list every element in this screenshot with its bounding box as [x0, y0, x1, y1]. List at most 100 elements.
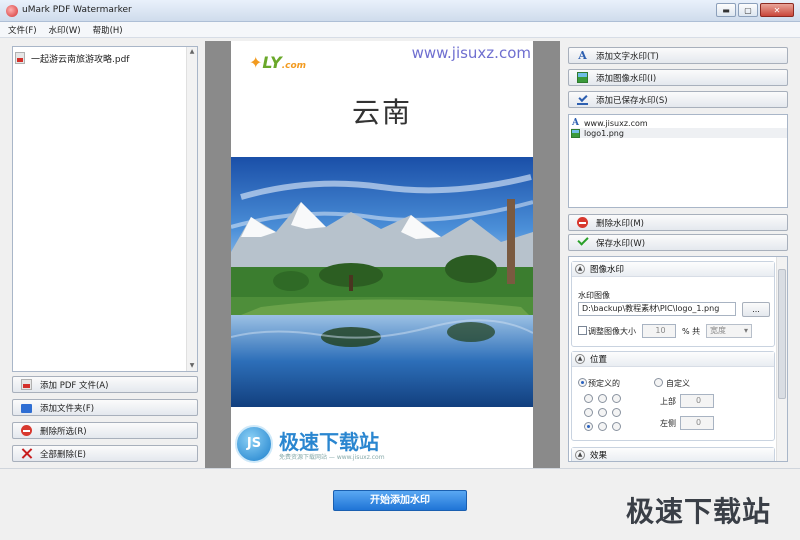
start-watermark-button[interactable]: 开始添加水印: [333, 490, 467, 511]
image-path-field[interactable]: D:\backup\教程素材\PIC\logo_1.png: [578, 302, 736, 316]
window-title: uMark PDF Watermarker: [22, 5, 132, 15]
browse-button[interactable]: ...: [742, 302, 770, 317]
percent-label: % 共: [682, 327, 701, 336]
minus-circle-icon: [21, 425, 32, 436]
position-grid-bottom-center[interactable]: [598, 422, 607, 431]
pdf-page-preview: ✦LY.com www.jisuxz.com 云南 JS 极速下载站 免费资源下…: [231, 41, 533, 468]
top-offset-label: 上部: [660, 397, 676, 406]
resize-value-field[interactable]: 10: [642, 324, 676, 338]
add-image-label: 添加图像水印(I): [596, 73, 657, 84]
custom-position-radio[interactable]: [654, 378, 663, 387]
menu-file[interactable]: 文件(F): [8, 24, 37, 36]
file-list-scrollbar[interactable]: ▲ ▼: [186, 47, 197, 371]
list-item[interactable]: logo1.png: [571, 128, 787, 138]
position-grid-top-center[interactable]: [598, 394, 607, 403]
list-item[interactable]: A www.jisuxz.com: [571, 118, 648, 128]
pdf-icon: [21, 379, 32, 390]
close-button[interactable]: ✕: [760, 3, 794, 17]
add-saved-label: 添加已保存水印(S): [596, 95, 668, 106]
resize-label: 调整图像大小: [588, 327, 636, 336]
add-text-watermark-button[interactable]: A 添加文字水印(T): [568, 47, 788, 64]
position-section-title: 位置: [590, 355, 608, 365]
remove-selected-button[interactable]: 删除所选(R): [12, 422, 198, 439]
remove-all-label: 全部删除(E): [40, 449, 87, 460]
bottom-logo-name: 极速下载站: [279, 430, 379, 454]
position-grid-bottom-right[interactable]: [612, 422, 621, 431]
effect-section-title: 效果: [590, 451, 608, 461]
landscape-photo: [231, 157, 533, 407]
preset-position-radio[interactable]: [578, 378, 587, 387]
text-watermark-preview[interactable]: www.jisuxz.com: [412, 44, 531, 62]
brand-logo: 极速下载站: [626, 495, 772, 528]
file-list[interactable]: 一起游云南旅游攻略.pdf ▲ ▼: [12, 46, 198, 372]
position-section: ▲ 位置 预定义的 自定义 上部 0 左侧 0: [571, 351, 775, 441]
add-pdf-button[interactable]: 添加 PDF 文件(A): [12, 376, 198, 393]
list-item[interactable]: 一起游云南旅游攻略.pdf: [15, 51, 185, 65]
delete-watermark-button[interactable]: 删除水印(M): [568, 214, 788, 231]
pdf-file-icon: [15, 52, 25, 64]
left-offset-field[interactable]: 0: [680, 416, 714, 430]
dimension-select[interactable]: 宽度: [706, 324, 752, 338]
scroll-down-icon[interactable]: ▼: [187, 361, 197, 371]
remove-selected-label: 删除所选(R): [40, 426, 87, 437]
text-a-icon: A: [578, 49, 587, 62]
saved-watermark-icon: [577, 94, 588, 105]
chevron-up-icon[interactable]: ▲: [575, 264, 585, 274]
watermark-list[interactable]: A www.jisuxz.com logo1.png: [568, 114, 788, 208]
add-folder-button[interactable]: 添加文件夹(F): [12, 399, 198, 416]
image-label: 水印图像: [578, 291, 610, 300]
remove-all-button[interactable]: 全部删除(E): [12, 445, 198, 462]
effect-section: ▲ 效果: [571, 447, 775, 461]
add-pdf-label: 添加 PDF 文件(A): [40, 380, 109, 391]
save-watermark-button[interactable]: 保存水印(W): [568, 234, 788, 251]
delete-watermark-label: 删除水印(M): [596, 218, 644, 229]
scroll-up-icon[interactable]: ▲: [187, 47, 197, 57]
chevron-up-icon[interactable]: ▲: [575, 354, 585, 364]
left-offset-label: 左侧: [660, 419, 676, 428]
properties-scrollbar[interactable]: [776, 257, 787, 461]
watermark-properties: ▲ 图像水印 水印图像 D:\backup\教程素材\PIC\logo_1.pn…: [568, 256, 788, 462]
check-icon: [577, 237, 588, 248]
add-image-watermark-button[interactable]: 添加图像水印(I): [568, 69, 788, 86]
watermark-name: www.jisuxz.com: [584, 118, 648, 128]
ly-logo: ✦LY.com: [249, 53, 307, 72]
position-grid-top-right[interactable]: [612, 394, 621, 403]
position-grid-top-left[interactable]: [584, 394, 593, 403]
folder-icon: [21, 404, 32, 413]
file-name: 一起游云南旅游攻略.pdf: [31, 54, 130, 65]
bottom-logo-watermark[interactable]: JS 极速下载站 免费资源下载网站 — www.jisuxz.com: [235, 425, 415, 465]
red-x-icon: [21, 448, 32, 459]
maximize-button[interactable]: ▢: [738, 3, 758, 17]
watermark-name: logo1.png: [584, 128, 624, 138]
menu-help[interactable]: 帮助(H): [93, 24, 123, 36]
position-grid-middle-right[interactable]: [612, 408, 621, 417]
page-title: 云南: [351, 96, 412, 129]
chevron-up-icon[interactable]: ▲: [575, 450, 585, 460]
effect-section-header[interactable]: ▲ 效果: [572, 448, 774, 461]
position-grid-middle-left[interactable]: [584, 408, 593, 417]
position-section-header[interactable]: ▲ 位置: [572, 352, 774, 367]
add-saved-watermark-button[interactable]: 添加已保存水印(S): [568, 91, 788, 108]
app-icon: [6, 5, 18, 17]
minimize-button[interactable]: ▬: [716, 3, 736, 17]
js-logo-icon: JS: [235, 425, 273, 463]
resize-checkbox[interactable]: [578, 326, 587, 335]
image-icon: [571, 128, 580, 138]
title-bar: uMark PDF Watermarker ▬ ▢ ✕: [0, 0, 800, 22]
position-grid-middle-center[interactable]: [598, 408, 607, 417]
menu-watermark[interactable]: 水印(W): [49, 24, 81, 36]
save-watermark-label: 保存水印(W): [596, 238, 646, 249]
image-icon: [577, 72, 588, 83]
image-watermark-section: ▲ 图像水印 水印图像 D:\backup\教程素材\PIC\logo_1.pn…: [571, 261, 775, 347]
image-section-title: 图像水印: [590, 265, 625, 275]
scrollbar-thumb[interactable]: [778, 269, 786, 399]
add-folder-label: 添加文件夹(F): [40, 403, 95, 414]
position-grid-bottom-left[interactable]: [584, 422, 593, 431]
image-section-header[interactable]: ▲ 图像水印: [572, 262, 774, 277]
add-text-label: 添加文字水印(T): [596, 51, 659, 62]
minus-circle-icon: [577, 217, 588, 228]
bottom-logo-subtitle: 免费资源下载网站 — www.jisuxz.com: [279, 454, 385, 461]
top-offset-field[interactable]: 0: [680, 394, 714, 408]
preset-label: 预定义的: [588, 379, 620, 388]
divider: [0, 468, 800, 469]
